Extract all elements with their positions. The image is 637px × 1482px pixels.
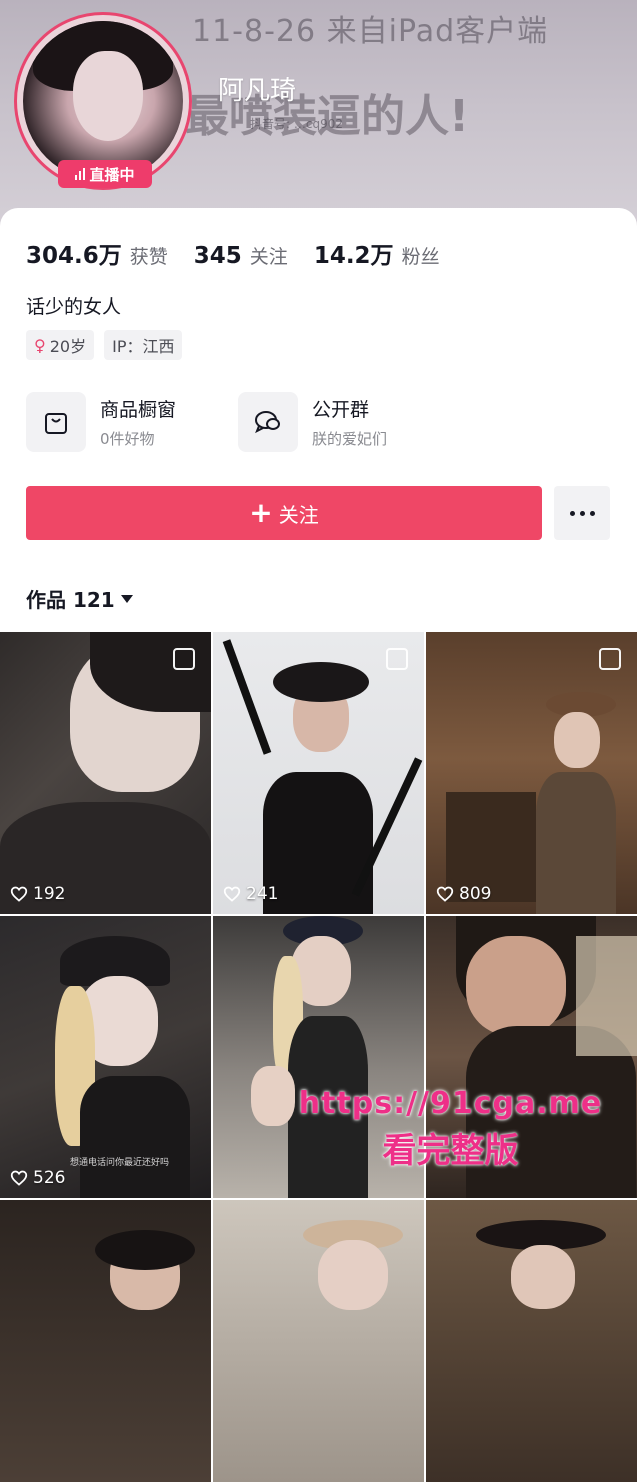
- feature-shop-window[interactable]: 商品橱窗 0件好物: [26, 392, 212, 452]
- profile-card: 304.6万 获赞 345 关注 14.2万 粉丝 话少的女人 ♀ 20岁 IP…: [0, 208, 637, 628]
- avatar-image: [23, 21, 183, 181]
- more-dots-icon: [569, 510, 575, 516]
- stat-following[interactable]: 345 关注: [194, 242, 288, 269]
- feature-public-group[interactable]: 公开群 朕的爱妃们: [238, 392, 424, 452]
- cover-text-id: 抖音号: …cq902: [250, 117, 343, 131]
- stat-label: 关注: [249, 246, 288, 268]
- live-bars-icon: [75, 168, 86, 180]
- likes-count: 241: [223, 884, 278, 904]
- likes-count: 192: [10, 884, 65, 904]
- features-row: 商品橱窗 0件好物 公开群 朕的爱妃们: [26, 392, 424, 452]
- stat-label: 获赞: [129, 246, 168, 268]
- heart-icon: [10, 886, 28, 902]
- heart-icon: [223, 886, 241, 902]
- select-checkbox-icon[interactable]: [173, 648, 195, 670]
- video-tile[interactable]: [0, 1200, 211, 1482]
- video-tile[interactable]: 192: [0, 632, 211, 914]
- works-tab[interactable]: 作品 121: [26, 584, 133, 613]
- caret-down-icon: [120, 594, 133, 603]
- feature-title: 商品橱窗: [100, 399, 177, 421]
- plus-icon: +: [249, 496, 273, 529]
- tile-caption: 想通电话问你最近还好吗: [70, 1158, 170, 1168]
- nickname: 阿凡琦: [218, 76, 297, 106]
- stats-row: 304.6万 获赞 345 关注 14.2万 粉丝: [26, 236, 466, 270]
- group-chat-icon: [238, 392, 298, 452]
- watermark-text: 看完整版: [382, 1131, 519, 1171]
- more-options-button[interactable]: [554, 486, 610, 540]
- likes-value: 192: [33, 884, 66, 904]
- heart-icon: [436, 886, 454, 902]
- live-badge[interactable]: 直播中: [58, 160, 152, 188]
- age-tag: ♀ 20岁: [26, 330, 95, 360]
- works-label: 作品 121: [26, 588, 115, 612]
- stat-value: 304.6万: [26, 243, 122, 269]
- follow-button[interactable]: + 关注: [26, 486, 542, 540]
- video-grid: 192 241 809 想通电话问你最近还好吗 526: [0, 632, 637, 1482]
- likes-value: 241: [246, 884, 279, 904]
- tags-row: ♀ 20岁 IP：江西: [26, 330, 183, 360]
- video-tile[interactable]: 想通电话问你最近还好吗 526: [0, 916, 211, 1198]
- likes-count: 526: [10, 1168, 65, 1188]
- heart-icon: [10, 1170, 28, 1186]
- live-badge-label: 直播中: [89, 165, 135, 184]
- follow-label: 关注: [278, 502, 319, 527]
- stat-likes[interactable]: 304.6万 获赞: [26, 236, 168, 270]
- stat-followers[interactable]: 14.2万 粉丝: [314, 236, 440, 270]
- bio: 话少的女人: [26, 296, 122, 318]
- select-checkbox-icon[interactable]: [599, 648, 621, 670]
- cover-text-date: 11-8-26 来自iPad客户端: [192, 14, 549, 49]
- ip-tag: IP：江西: [104, 330, 183, 360]
- video-tile[interactable]: 241: [213, 632, 424, 914]
- likes-value: 526: [33, 1168, 66, 1188]
- watermark-url: https://91cga.me: [298, 1086, 603, 1121]
- video-tile[interactable]: [213, 1200, 424, 1482]
- feature-subtitle: 朕的爱妃们: [312, 430, 388, 448]
- ip-label: IP：江西: [112, 337, 175, 356]
- profile-cover: 11-8-26 来自iPad客户端 最喷装逼的人! 抖音号: …cq902 直播…: [0, 0, 637, 240]
- likes-value: 809: [459, 884, 492, 904]
- feature-subtitle: 0件好物: [100, 430, 155, 448]
- feature-title: 公开群: [312, 399, 370, 421]
- female-icon: ♀: [34, 335, 46, 355]
- likes-count: 809: [436, 884, 491, 904]
- select-checkbox-icon[interactable]: [386, 648, 408, 670]
- stat-value: 345: [193, 243, 242, 269]
- stat-label: 粉丝: [401, 246, 440, 268]
- watermark: https://91cga.me 看完整版: [278, 1086, 623, 1172]
- age-label: 20岁: [49, 337, 87, 356]
- stat-value: 14.2万: [313, 243, 394, 269]
- video-tile[interactable]: 809: [426, 632, 637, 914]
- video-tile[interactable]: [426, 1200, 637, 1482]
- shopping-bag-icon: [26, 392, 86, 452]
